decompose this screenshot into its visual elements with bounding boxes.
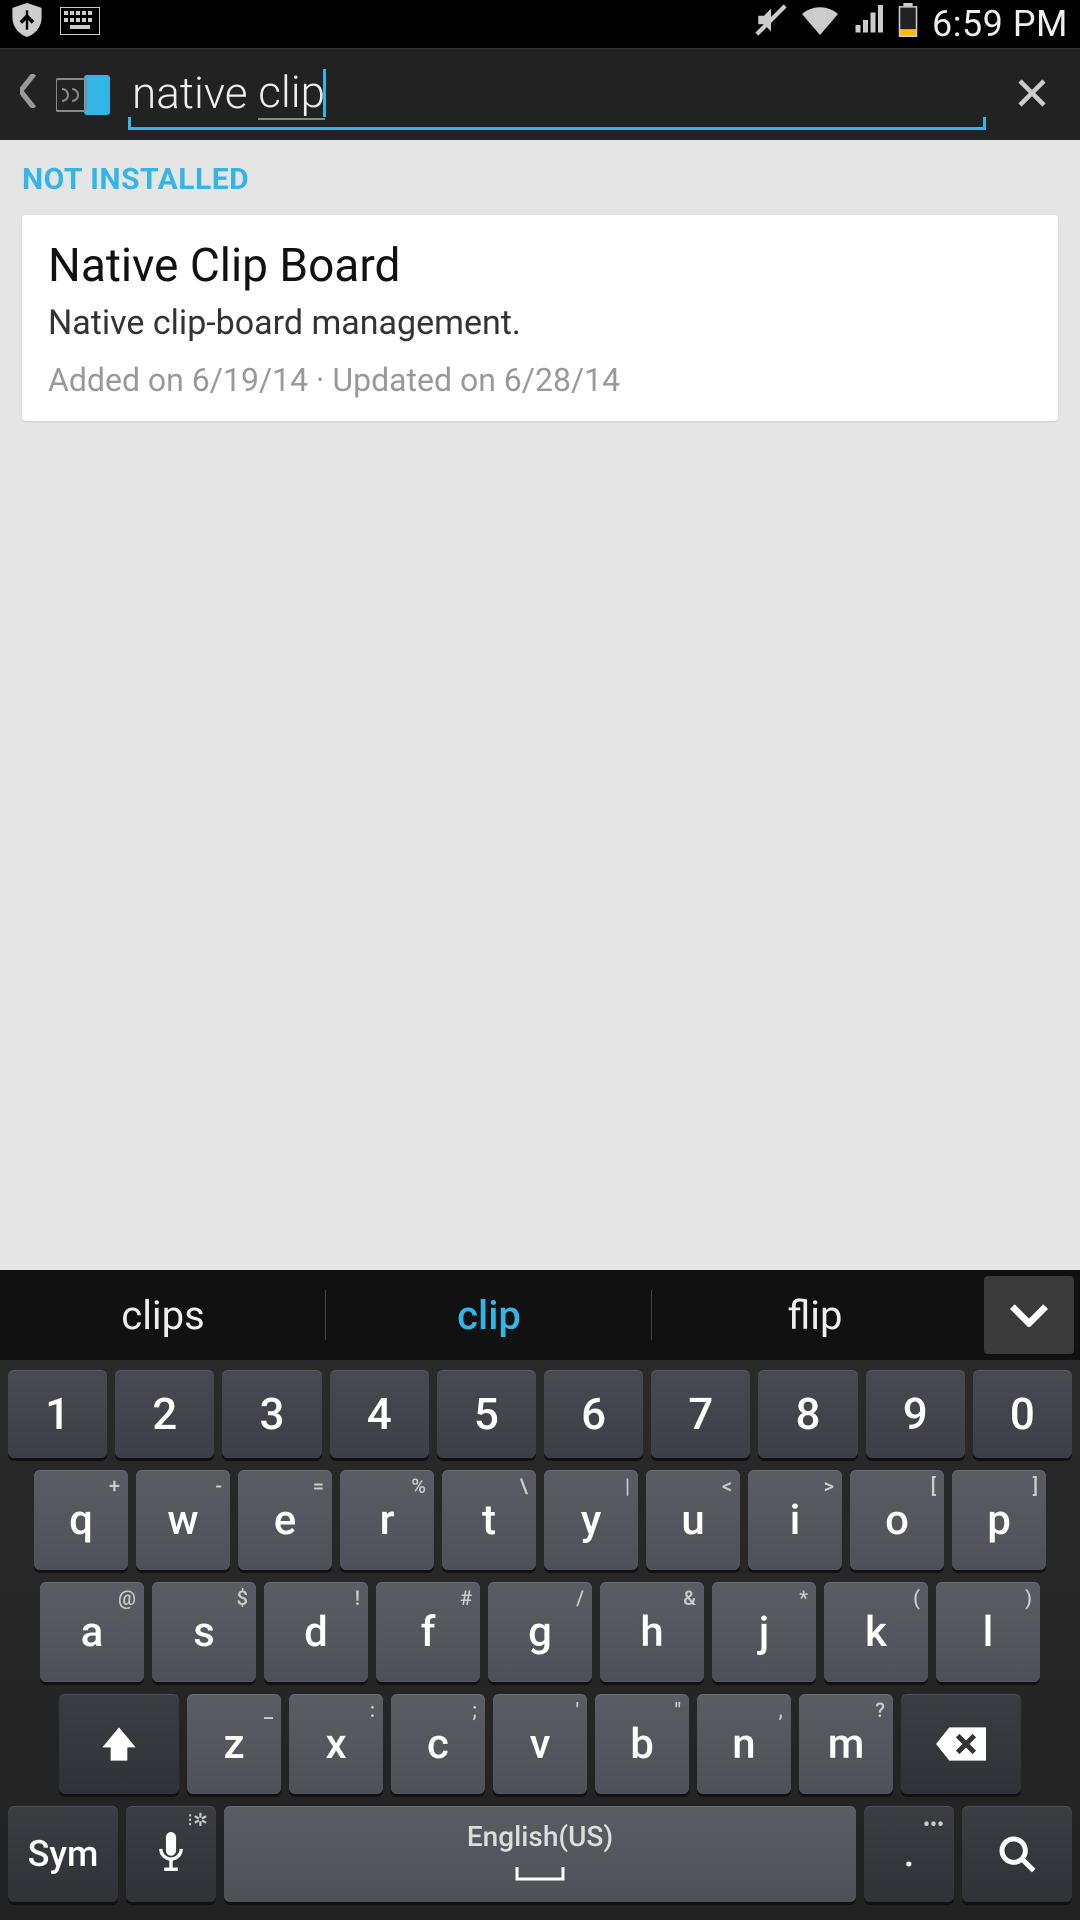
search-key[interactable]	[962, 1806, 1072, 1902]
key-row-asdf: @a$s!d#f/g&h*j(k)l	[8, 1582, 1072, 1682]
result-title: Native Clip Board	[48, 239, 1032, 293]
key-l[interactable]: )l	[936, 1582, 1040, 1682]
section-label: NOT INSTALLED	[22, 162, 1058, 197]
back-button[interactable]	[20, 71, 38, 118]
key-z[interactable]: _z	[187, 1694, 281, 1794]
key-i[interactable]: >i	[748, 1470, 842, 1570]
result-card[interactable]: Native Clip Board Native clip-board mana…	[22, 215, 1058, 421]
suggestion-center[interactable]: clip	[326, 1270, 652, 1360]
key-q[interactable]: +q	[34, 1470, 128, 1570]
key-2[interactable]: 2	[115, 1370, 214, 1458]
signal-icon	[852, 4, 884, 44]
results-area: NOT INSTALLED Native Clip Board Native c…	[0, 140, 1080, 1270]
search-text-underlined: clip	[258, 66, 325, 120]
key-0[interactable]: 0	[973, 1370, 1072, 1458]
key-6[interactable]: 6	[544, 1370, 643, 1458]
key-t[interactable]: \t	[442, 1470, 536, 1570]
expand-suggestions-button[interactable]	[984, 1276, 1074, 1354]
key-g[interactable]: /g	[488, 1582, 592, 1682]
soft-keyboard: clips clip flip 1234567890 +q-w=e%r\t|y<…	[0, 1270, 1080, 1920]
keyboard-indicator-icon	[60, 4, 100, 44]
key-m[interactable]: ?m	[799, 1694, 893, 1794]
key-w[interactable]: -w	[136, 1470, 230, 1570]
shift-icon	[99, 1724, 139, 1764]
backspace-icon	[936, 1727, 986, 1761]
mic-key[interactable]: ⁝✲	[126, 1806, 216, 1902]
key-row-numbers: 1234567890	[8, 1370, 1072, 1458]
space-label: English(US)	[467, 1820, 613, 1853]
result-description: Native clip-board management.	[48, 303, 1032, 343]
battery-icon	[898, 3, 918, 46]
key-u[interactable]: <u	[646, 1470, 740, 1570]
search-icon	[997, 1834, 1037, 1874]
key-f[interactable]: #f	[376, 1582, 480, 1682]
mute-icon	[754, 3, 788, 46]
suggestion-left[interactable]: clips	[0, 1270, 326, 1360]
period-key[interactable]: ••• .	[864, 1806, 954, 1902]
key-h[interactable]: &h	[600, 1582, 704, 1682]
space-key[interactable]: English(US)	[224, 1806, 856, 1902]
key-p[interactable]: ]p	[952, 1470, 1046, 1570]
key-row-zxcv: _z:x;c'v"b,n?m	[8, 1694, 1072, 1794]
key-c[interactable]: ;c	[391, 1694, 485, 1794]
key-j[interactable]: *j	[712, 1582, 816, 1682]
key-a[interactable]: @a	[40, 1582, 144, 1682]
key-row-bottom: Sym ⁝✲ English(US) ••• .	[8, 1806, 1072, 1902]
search-text-plain: native	[128, 67, 258, 119]
key-y[interactable]: |y	[544, 1470, 638, 1570]
key-9[interactable]: 9	[866, 1370, 965, 1458]
xposed-icon[interactable]	[56, 75, 110, 115]
search-field[interactable]: native clip	[128, 60, 986, 130]
shield-icon	[12, 3, 42, 46]
key-4[interactable]: 4	[330, 1370, 429, 1458]
key-v[interactable]: 'v	[493, 1694, 587, 1794]
key-b[interactable]: "b	[595, 1694, 689, 1794]
shift-key[interactable]	[59, 1694, 179, 1794]
gear-hint-icon: ⁝✲	[187, 1810, 208, 1831]
backspace-key[interactable]	[901, 1694, 1021, 1794]
suggestion-bar: clips clip flip	[0, 1270, 1080, 1360]
status-time: 6:59 PM	[932, 3, 1068, 45]
key-row-qwerty: +q-w=e%r\t|y<u>i[o]p	[8, 1470, 1072, 1570]
status-bar: 6:59 PM	[0, 0, 1080, 48]
key-x[interactable]: :x	[289, 1694, 383, 1794]
key-1[interactable]: 1	[8, 1370, 107, 1458]
key-d[interactable]: !d	[264, 1582, 368, 1682]
key-k[interactable]: (k	[824, 1582, 928, 1682]
key-3[interactable]: 3	[222, 1370, 321, 1458]
suggestion-right[interactable]: flip	[652, 1270, 978, 1360]
sym-key[interactable]: Sym	[8, 1806, 118, 1902]
key-r[interactable]: %r	[340, 1470, 434, 1570]
key-5[interactable]: 5	[437, 1370, 536, 1458]
wifi-icon	[802, 4, 838, 44]
clear-search-button[interactable]	[1004, 66, 1060, 123]
text-cursor	[323, 69, 326, 117]
key-n[interactable]: ,n	[697, 1694, 791, 1794]
space-icon	[515, 1855, 565, 1888]
key-8[interactable]: 8	[758, 1370, 857, 1458]
chevron-down-icon	[1009, 1303, 1049, 1327]
key-o[interactable]: [o	[850, 1470, 944, 1570]
result-meta: Added on 6/19/14 · Updated on 6/28/14	[48, 361, 1032, 399]
search-header: native clip	[0, 48, 1080, 140]
key-s[interactable]: $s	[152, 1582, 256, 1682]
key-7[interactable]: 7	[651, 1370, 750, 1458]
mic-icon	[156, 1832, 186, 1876]
key-e[interactable]: =e	[238, 1470, 332, 1570]
